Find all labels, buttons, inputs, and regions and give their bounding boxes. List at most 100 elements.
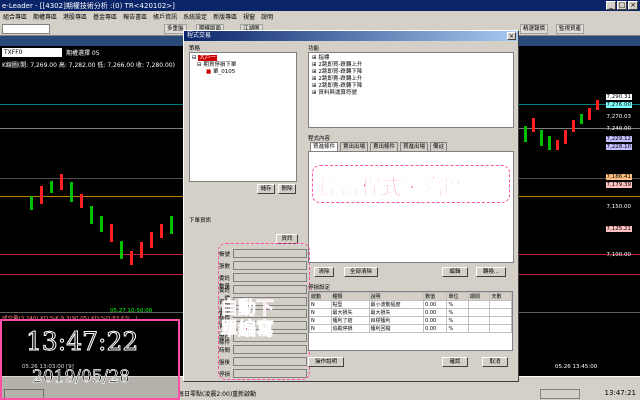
program-trading-dialog: 程式交易 × 策略 ⊟ 大戶一 ⊟ 期貨停損下單 ■ 單_0105 儲存 刪除 … bbox=[183, 30, 519, 382]
cancel-button[interactable]: 取消 bbox=[482, 357, 508, 367]
price-label: 7,240.00 bbox=[606, 126, 632, 132]
clear-all-button[interactable]: 全部清除 bbox=[344, 267, 378, 277]
kbar-caption: K線圖(開: 7,269.00 高: 7,282.00 低: 7,266.00 … bbox=[2, 62, 175, 69]
price-label: 7,186.41 bbox=[605, 174, 632, 180]
table-row[interactable]: N 追蹤停損 獲利回檔 0.00% bbox=[309, 324, 512, 333]
candle bbox=[524, 126, 527, 142]
function-item[interactable]: ⊞ 2跳即買-跌轉下降 bbox=[312, 69, 510, 76]
candle bbox=[160, 224, 163, 238]
grid-header-row: 啟動 種類 說明 數值 單位 期間 天數 bbox=[309, 292, 512, 301]
candle bbox=[70, 182, 73, 202]
price-label: 7,270.03 bbox=[606, 114, 632, 120]
dialog-titlebar: 程式交易 × bbox=[184, 31, 518, 41]
candle bbox=[80, 194, 83, 208]
candle bbox=[540, 130, 543, 146]
menu-item[interactable]: 組合專區 bbox=[3, 12, 27, 21]
menu-item[interactable]: 說明 bbox=[261, 12, 273, 21]
minimize-button[interactable]: _ bbox=[606, 1, 616, 10]
function-item[interactable]: ⊞ 2跳即賣-跌轉下降 bbox=[312, 83, 510, 90]
price-label: 7,228.10 bbox=[605, 144, 632, 150]
table-row[interactable]: N 最大損失 最大損失 0.00% bbox=[309, 308, 512, 317]
candle bbox=[564, 130, 567, 144]
ok-button[interactable]: 確認 bbox=[442, 357, 468, 367]
dialog-title: 程式交易 bbox=[187, 32, 212, 39]
symbol-combo[interactable] bbox=[2, 24, 50, 34]
price-label: 7,290.31 bbox=[605, 94, 632, 100]
code-annotation: 操盤程式編寫區 bbox=[318, 174, 466, 200]
tab-buy-condition[interactable]: 買進條件 bbox=[310, 142, 339, 151]
price-label: 7,125.21 bbox=[605, 226, 632, 232]
maximize-button[interactable]: □ bbox=[617, 1, 627, 10]
status-message: 每日零點(凌晨2:00)重新啟動 bbox=[178, 391, 257, 398]
clear-button[interactable]: 清除 bbox=[314, 267, 334, 277]
function-item[interactable]: ⊞ 指標 bbox=[312, 55, 510, 62]
edit-button[interactable]: 編輯 bbox=[442, 267, 468, 277]
candle bbox=[580, 114, 583, 124]
table-row[interactable]: N 點型 最小波動幅度 0.00% bbox=[309, 300, 512, 309]
candle bbox=[548, 136, 551, 150]
candle bbox=[588, 108, 591, 120]
toolbar-button[interactable]: 監視資產 bbox=[556, 24, 585, 34]
toolbar-button[interactable]: 精選報價 bbox=[520, 24, 549, 34]
save-button[interactable]: 儲存 bbox=[257, 184, 275, 194]
candle bbox=[30, 196, 33, 210]
candle bbox=[140, 242, 143, 258]
function-tree[interactable]: ⊞ 指標 ⊞ 2跳即買-跌轉上升 ⊞ 2跳即買-跌轉下降 ⊞ 2跳即賣-跌轉上升… bbox=[308, 52, 514, 128]
table-row[interactable]: N 獲利了結 目標獲利 0.00% bbox=[309, 316, 512, 325]
strategy-tree[interactable]: ⊟ 大戶一 ⊟ 期貨停損下單 ■ 單_0105 bbox=[189, 52, 297, 182]
tree-expand-icon[interactable]: ⊟ bbox=[192, 55, 197, 61]
menu-item[interactable]: 基金專區 bbox=[93, 12, 117, 21]
candle bbox=[130, 251, 133, 265]
function-item[interactable]: ⊞ 資料與運算符號 bbox=[312, 90, 510, 97]
status-cell bbox=[540, 389, 580, 399]
candle bbox=[120, 241, 123, 259]
tree-expand-icon[interactable]: ⊟ bbox=[197, 62, 202, 68]
candle bbox=[100, 216, 103, 232]
dialog-close-button[interactable]: × bbox=[507, 32, 516, 40]
candle bbox=[532, 118, 535, 132]
symbol-field[interactable]: TXFF0 bbox=[2, 48, 62, 57]
price-label: 7,276.00 bbox=[605, 102, 632, 108]
timestamp-overlay: 13:47:22 2019/05/28 bbox=[0, 319, 180, 400]
stop-setting-grid[interactable]: 啟動 種類 說明 數值 單位 期間 天數 N 點型 最小波動幅度 0.00% N 最大損失 最大損失 0… bbox=[308, 291, 513, 351]
candle bbox=[596, 100, 599, 110]
tab-sell-condition[interactable]: 賣出條件 bbox=[370, 142, 399, 151]
right-time-label: 05.26 13:45:00 bbox=[555, 364, 598, 370]
overlay-date: 2019/05/28 bbox=[32, 367, 131, 388]
tab-sell-exit[interactable]: 買進出場 bbox=[400, 142, 429, 151]
menu-item[interactable]: 系統設定 bbox=[183, 12, 207, 21]
order-info-label: 下單資訊 bbox=[189, 218, 212, 224]
price-label: 7,179.39 bbox=[605, 182, 632, 188]
menu-item[interactable]: 報告書區 bbox=[123, 12, 147, 21]
menu-item[interactable]: 期權專區 bbox=[33, 12, 57, 21]
candle bbox=[60, 174, 63, 190]
candle bbox=[170, 216, 173, 234]
tree-node[interactable]: ■ 單_0105 bbox=[192, 69, 294, 76]
candle bbox=[150, 232, 153, 248]
candle bbox=[556, 140, 559, 150]
delete-button[interactable]: 刪除 bbox=[278, 184, 296, 194]
convert-button[interactable]: 轉換... bbox=[476, 267, 506, 277]
help-button[interactable]: 操作說明 bbox=[308, 357, 344, 367]
candle bbox=[40, 186, 43, 204]
close-button[interactable]: × bbox=[628, 1, 638, 10]
candle bbox=[110, 224, 113, 242]
tree-node[interactable]: ⊟ 大戶一 bbox=[192, 55, 294, 62]
code-label: 程式內容 bbox=[308, 136, 331, 142]
period-label: 期權選擇 05 bbox=[66, 50, 100, 57]
menu-item[interactable]: 港股專區 bbox=[63, 12, 87, 21]
function-item[interactable]: ⊞ 2跳即買-跌轉上升 bbox=[312, 62, 510, 69]
tab-notes[interactable]: 備註 bbox=[430, 142, 448, 151]
function-item[interactable]: ⊞ 2跳即賣-跌轉上升 bbox=[312, 76, 510, 83]
tree-node[interactable]: ⊟ 期貨停損下單 bbox=[192, 62, 294, 69]
menu-item[interactable]: 新版專區 bbox=[213, 12, 237, 21]
strategy-label: 策略 bbox=[189, 46, 201, 52]
window-titlebar: e-Leader - [[4302]期權技術分析 :(0) TR<420102>… bbox=[0, 0, 640, 11]
tab-buy-exit[interactable]: 賣出出場 bbox=[340, 142, 369, 151]
menu-item[interactable]: 帳戶資訊 bbox=[153, 12, 177, 21]
function-label: 功能 bbox=[308, 46, 320, 52]
menu-item[interactable]: 視窗 bbox=[243, 12, 255, 21]
file-icon: ■ bbox=[206, 69, 212, 75]
stop-setting-label: 停損設定 bbox=[308, 285, 331, 291]
window-title: e-Leader - [[4302]期權技術分析 :(0) TR<420102>… bbox=[2, 1, 175, 10]
